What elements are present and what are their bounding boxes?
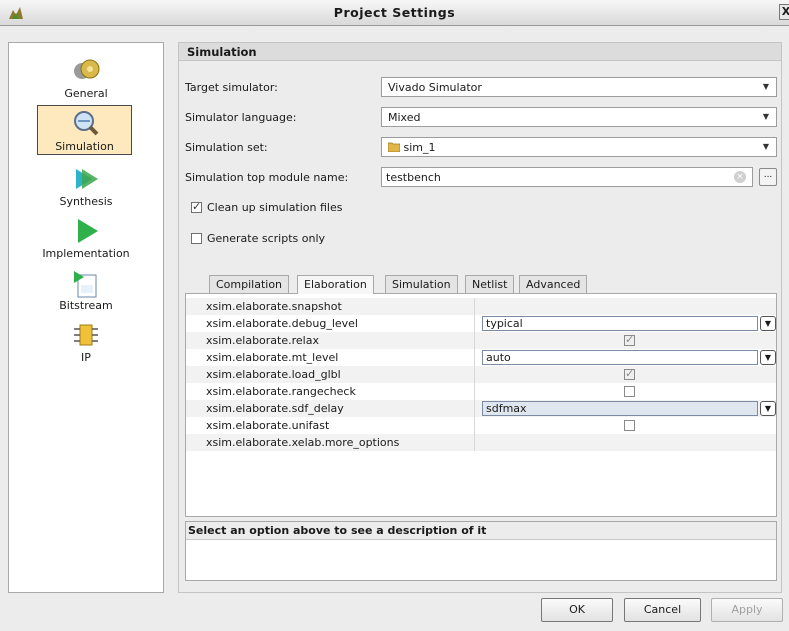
option-key: xsim.elaborate.relax [206,334,319,347]
debug-level-combo[interactable]: typical [482,316,758,331]
option-key: xsim.elaborate.rangecheck [206,385,356,398]
folder-icon [387,142,401,153]
bitstream-icon [74,271,97,298]
simulator-language-combo[interactable]: Mixed ▼ [381,107,777,127]
close-icon[interactable]: X [779,4,789,20]
ok-button[interactable]: OK [541,598,613,622]
target-simulator-label: Target simulator: [185,81,278,94]
nav-label-synthesis: Synthesis [59,195,113,208]
chevron-down-icon[interactable]: ▼ [760,350,776,365]
table-row[interactable]: xsim.elaborate.load_glbl [186,366,776,383]
simulation-set-combo[interactable]: sim_1 ▼ [381,137,777,157]
option-key: xsim.elaborate.unifast [206,419,330,432]
chevron-down-icon[interactable]: ▼ [760,316,776,331]
synthesis-icon [76,169,98,189]
nav-item-simulation[interactable]: Simulation [37,105,132,155]
play-icon [78,219,98,243]
option-key: xsim.elaborate.mt_level [206,351,339,364]
settings-nav: General Simulation Synthesis Implementat… [8,42,164,593]
table-row[interactable]: xsim.elaborate.snapshot [186,298,776,315]
description-header: Select an option above to see a descript… [186,522,776,540]
panel-title: Simulation [179,43,781,61]
nav-item-synthesis[interactable]: Synthesis [9,163,163,208]
options-table: xsim.elaborate.snapshot xsim.elaborate.d… [185,293,777,517]
top-module-value: testbench [386,171,441,184]
tab-simulation[interactable]: Simulation [385,275,458,293]
chevron-down-icon: ▼ [762,112,769,121]
checkbox-icon [191,233,202,244]
chevron-down-icon: ▼ [762,82,769,91]
option-key: xsim.elaborate.snapshot [206,300,342,313]
option-key: xsim.elaborate.load_glbl [206,368,341,381]
simulator-language-label: Simulator language: [185,111,297,124]
sdf-delay-combo[interactable]: sdfmax [482,401,758,416]
simulation-panel: Simulation Target simulator: Vivado Simu… [178,42,782,593]
tab-elaboration[interactable]: Elaboration [297,275,374,294]
magnifier-icon [73,111,98,136]
table-row[interactable]: xsim.elaborate.debug_level typical ▼ [186,315,776,332]
table-row[interactable]: xsim.elaborate.relax [186,332,776,349]
top-module-label: Simulation top module name: [185,171,349,184]
nav-item-ip[interactable]: IP [9,319,163,364]
checkbox-icon [191,200,202,213]
title-bar: Project Settings X [0,0,789,26]
column-divider [474,315,475,332]
target-simulator-combo[interactable]: Vivado Simulator ▼ [381,77,777,97]
tab-compilation[interactable]: Compilation [209,275,290,293]
option-key: xsim.elaborate.xelab.more_options [206,436,400,449]
top-module-input[interactable]: testbench × [381,167,753,187]
clean-up-checkbox[interactable]: Clean up simulation files [191,200,343,214]
target-simulator-value: Vivado Simulator [388,81,482,94]
nav-label-general: General [64,87,108,100]
window-title: Project Settings [333,5,456,20]
column-divider [474,383,475,400]
table-row[interactable]: xsim.elaborate.sdf_delay sdfmax ▼ [186,400,776,417]
table-row[interactable]: xsim.elaborate.unifast [186,417,776,434]
clear-icon[interactable]: × [734,171,746,183]
chevron-down-icon: ▼ [762,142,769,151]
column-divider [474,400,475,417]
mt-level-combo[interactable]: auto [482,350,758,365]
relax-checkbox[interactable] [624,333,635,346]
nav-label-bitstream: Bitstream [59,299,113,312]
load-glbl-checkbox[interactable] [624,367,635,380]
nav-label-simulation: Simulation [55,140,114,153]
unifast-checkbox[interactable] [624,420,635,431]
nav-item-bitstream[interactable]: Bitstream [9,267,163,312]
simulation-set-value: sim_1 [403,141,436,154]
chevron-down-icon[interactable]: ▼ [760,401,776,416]
ip-chip-icon [74,324,98,346]
column-divider [474,349,475,366]
column-divider [474,434,475,451]
nav-label-implementation: Implementation [42,247,130,260]
nav-label-ip: IP [81,351,91,364]
generate-scripts-checkbox[interactable]: Generate scripts only [191,232,325,245]
table-row[interactable]: xsim.elaborate.xelab.more_options [186,434,776,451]
column-divider [474,366,475,383]
table-row[interactable]: xsim.elaborate.rangecheck [186,383,776,400]
cancel-button[interactable]: Cancel [624,598,701,622]
browse-button[interactable]: ... [759,168,777,186]
apply-button[interactable]: Apply [711,598,783,622]
tab-advanced[interactable]: Advanced [519,275,588,293]
option-key: xsim.elaborate.sdf_delay [206,402,344,415]
simulation-set-label: Simulation set: [185,141,268,154]
simulator-language-value: Mixed [388,111,421,124]
nav-item-implementation[interactable]: Implementation [9,215,163,260]
option-key: xsim.elaborate.debug_level [206,317,358,330]
column-divider [474,298,475,315]
tab-netlist[interactable]: Netlist [465,275,515,293]
rangecheck-checkbox[interactable] [624,386,635,397]
column-divider [474,332,475,349]
column-divider [474,417,475,434]
generate-scripts-label: Generate scripts only [207,232,326,245]
table-row[interactable]: xsim.elaborate.mt_level auto ▼ [186,349,776,366]
clean-up-label: Clean up simulation files [207,201,343,214]
nav-item-general[interactable]: General [9,55,163,100]
general-icon [74,59,100,79]
description-box: Select an option above to see a descript… [185,521,777,581]
